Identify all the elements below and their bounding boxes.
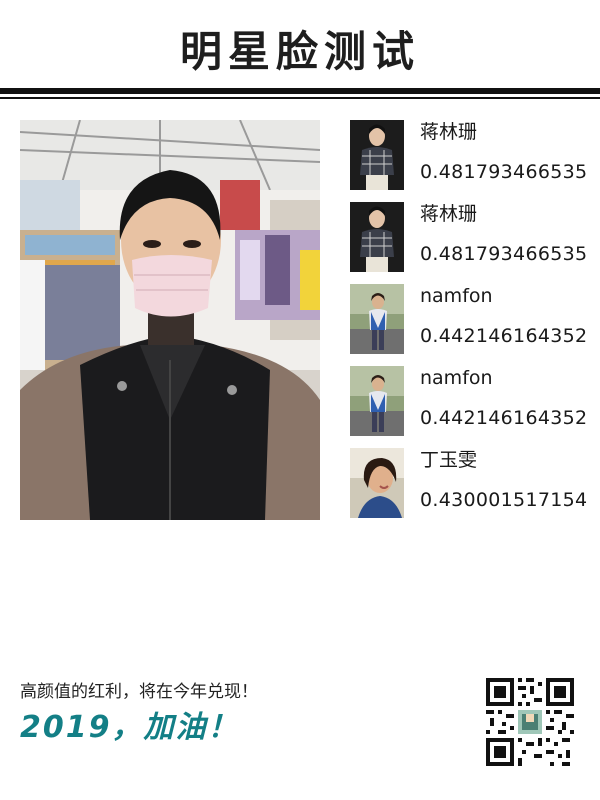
- header-divider-thick: [0, 88, 600, 94]
- similarity-score: 0.481793466535: [420, 243, 588, 265]
- match-item[interactable]: 丁玉雯 0.430001517154: [350, 448, 590, 518]
- page-title: 明星脸测试: [179, 27, 420, 76]
- celebrity-thumbnail: [350, 202, 404, 272]
- celebrity-name: 蒋林珊: [420, 203, 478, 225]
- similarity-score: 0.442146164352: [420, 325, 588, 347]
- celebrity-thumbnail: [350, 120, 404, 190]
- header-divider-thin: [0, 97, 600, 99]
- celebrity-name: namfon: [420, 367, 493, 389]
- user-photo: [20, 120, 320, 520]
- match-item[interactable]: 蒋林珊 0.481793466535: [350, 202, 590, 272]
- celebrity-name: namfon: [420, 285, 493, 307]
- celebrity-thumbnail: [350, 448, 404, 518]
- footer-slogan: 2019，加油！: [20, 710, 240, 745]
- footer-tagline: 高颜值的红利，将在今年兑现！: [20, 682, 258, 702]
- similarity-score: 0.442146164352: [420, 407, 588, 429]
- celebrity-name: 丁玉雯: [420, 449, 478, 471]
- similarity-score: 0.430001517154: [420, 489, 588, 511]
- qr-code: [486, 678, 574, 766]
- match-item[interactable]: namfon 0.442146164352: [350, 366, 590, 436]
- match-item[interactable]: 蒋林珊 0.481793466535: [350, 120, 590, 190]
- celebrity-thumbnail: [350, 366, 404, 436]
- celebrity-name: 蒋林珊: [420, 121, 478, 143]
- match-item[interactable]: namfon 0.442146164352: [350, 284, 590, 354]
- celebrity-thumbnail: [350, 284, 404, 354]
- similarity-score: 0.481793466535: [420, 161, 588, 183]
